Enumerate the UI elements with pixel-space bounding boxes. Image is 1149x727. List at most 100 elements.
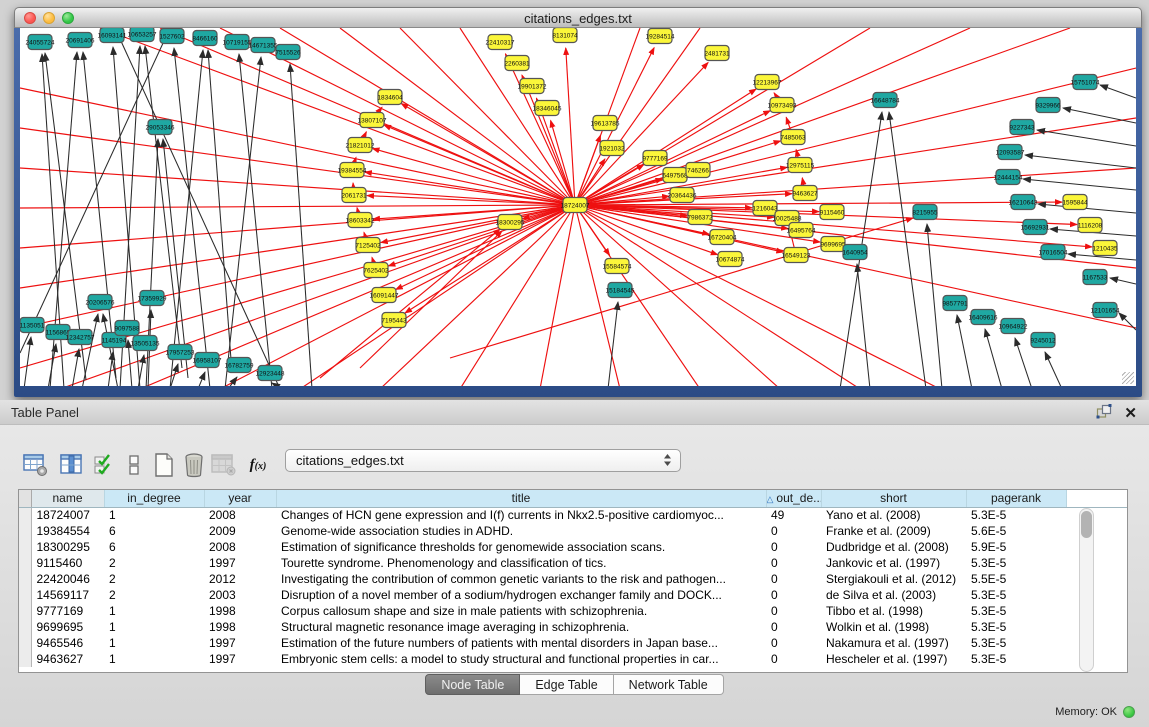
graph-edge[interactable] — [20, 205, 575, 208]
graph-edge[interactable] — [24, 337, 31, 386]
graph-edge[interactable] — [400, 28, 575, 205]
graph-node[interactable]: 16782759 — [225, 358, 254, 373]
selection-mode-button[interactable] — [88, 450, 120, 480]
graph-node[interactable]: 16720404 — [708, 230, 737, 245]
graph-edge[interactable] — [20, 88, 575, 205]
window-titlebar[interactable]: citations_edges.txt — [14, 7, 1142, 28]
create-table-button[interactable] — [148, 450, 180, 480]
graph-edge[interactable] — [575, 205, 700, 386]
table-row[interactable]: 911546021997Tourette syndrome. Phenomeno… — [19, 555, 1128, 571]
tab-network-table[interactable]: Network Table — [614, 674, 724, 695]
graph-node[interactable]: 7515526 — [275, 45, 301, 60]
table-row[interactable]: 1830029562008Estimation of significance … — [19, 539, 1128, 555]
graph-node[interactable]: 7625402 — [363, 263, 389, 278]
tab-node-table[interactable]: Node Table — [425, 674, 520, 695]
graph-edge[interactable] — [290, 64, 312, 386]
graph-node[interactable]: 18346045 — [533, 101, 562, 116]
graph-node[interactable]: 12093587 — [996, 145, 1025, 160]
graph-node[interactable]: 1167533 — [1083, 270, 1108, 285]
graph-edge[interactable] — [566, 48, 575, 205]
close-panel-icon[interactable]: ✕ — [1124, 406, 1137, 422]
graph-edge[interactable] — [927, 224, 942, 386]
graph-edge[interactable] — [1045, 352, 1062, 386]
graph-node[interactable]: 18300295 — [496, 215, 525, 230]
graph-node[interactable]: 16409616 — [969, 310, 998, 325]
graph-edge[interactable] — [1100, 85, 1136, 98]
graph-edge[interactable] — [575, 168, 1136, 205]
graph-node[interactable]: 1834604 — [377, 90, 403, 105]
table-settings-button[interactable] — [20, 450, 52, 480]
table-select-dropdown[interactable]: citations_edges.txt — [285, 449, 681, 472]
graph-node[interactable]: 18603342 — [346, 213, 375, 228]
graph-node[interactable]: 19284514 — [646, 29, 675, 44]
graph-node[interactable]: 10719155 — [223, 35, 252, 50]
function-builder-button[interactable]: f(x) — [242, 450, 274, 480]
graph-edge[interactable] — [505, 54, 575, 205]
graph-node[interactable]: 13807107 — [358, 113, 387, 128]
graph-node[interactable]: 14671355 — [249, 38, 278, 53]
graph-edge[interactable] — [208, 50, 232, 373]
graph-node[interactable]: 19384554 — [338, 163, 367, 178]
graph-edge[interactable] — [108, 352, 113, 386]
graph-node[interactable]: 1210435 — [1092, 241, 1118, 256]
table-row[interactable]: 946554611997Estimation of the future num… — [19, 635, 1128, 651]
graph-edge[interactable] — [280, 28, 575, 205]
graph-edge[interactable] — [320, 229, 500, 378]
graph-node[interactable]: 7986372 — [687, 210, 713, 225]
graph-node[interactable]: 2481731 — [704, 46, 730, 61]
graph-node[interactable]: 15184545 — [606, 283, 635, 298]
graph-node[interactable]: 8466160 — [192, 31, 218, 46]
graph-node[interactable]: 16091447 — [370, 288, 399, 303]
graph-node[interactable]: 19901372 — [518, 79, 547, 94]
graph-node[interactable]: 29053346 — [146, 120, 175, 135]
graph-node[interactable]: 12444154 — [994, 170, 1023, 185]
graph-node[interactable]: 17359929 — [138, 291, 167, 306]
graph-node[interactable]: 9777169 — [642, 151, 668, 166]
graph-node[interactable]: 9329966 — [1035, 98, 1061, 113]
graph-node[interactable]: 16210643 — [1009, 195, 1038, 210]
graph-edge[interactable] — [1063, 108, 1136, 123]
graph-node[interactable]: 7125402 — [355, 238, 381, 253]
graph-edge[interactable] — [957, 315, 972, 386]
graph-edge[interactable] — [20, 128, 575, 205]
graph-edge[interactable] — [174, 48, 210, 386]
graph-node[interactable]: 12101654 — [1091, 303, 1120, 318]
graph-node[interactable]: 10964922 — [999, 319, 1028, 334]
graph-node[interactable]: 2260381 — [504, 56, 530, 71]
graph-node[interactable]: 16495764 — [787, 223, 816, 238]
table-row[interactable]: 946362711997Embryonic stem cells: a mode… — [19, 651, 1128, 667]
graph-node[interactable]: 1116208 — [1078, 218, 1103, 233]
column-header-pagerank[interactable]: pagerank — [966, 490, 1066, 507]
network-canvas[interactable]: 1872400722410317226038119901372183460451… — [20, 28, 1136, 386]
graph-node[interactable]: 9115460 — [820, 205, 845, 220]
graph-node[interactable]: 9857791 — [942, 296, 968, 311]
graph-edge[interactable] — [1110, 278, 1136, 284]
graph-node[interactable]: 15692931 — [1021, 220, 1050, 235]
graph-edge[interactable] — [72, 349, 79, 386]
table-row[interactable]: 1938455462009Genome-wide association stu… — [19, 523, 1128, 539]
graph-node[interactable]: 17957253 — [166, 345, 195, 360]
graph-edge[interactable] — [198, 372, 205, 386]
graph-edge[interactable] — [1025, 155, 1136, 168]
graph-node[interactable]: 7485063 — [780, 130, 806, 145]
graph-node[interactable]: 15584574 — [603, 259, 632, 274]
table-vertical-scrollbar[interactable] — [1079, 508, 1094, 672]
float-panel-icon[interactable] — [1096, 404, 1112, 424]
graph-node[interactable]: 9245012 — [1030, 333, 1056, 348]
graph-edge[interactable] — [48, 344, 56, 386]
graph-edge[interactable] — [220, 28, 575, 205]
graph-edge[interactable] — [163, 139, 188, 378]
graph-node[interactable]: 16093141 — [98, 28, 127, 43]
graph-node[interactable]: 12975115 — [786, 158, 815, 173]
graph-node[interactable]: 2061731 — [341, 188, 367, 203]
graph-node[interactable]: 17016504 — [1039, 245, 1068, 260]
graph-node[interactable]: 746266 — [686, 163, 710, 178]
table-row[interactable]: 2242004622012Investigating the contribut… — [19, 571, 1128, 587]
scrollbar-thumb[interactable] — [1081, 511, 1092, 538]
window-resize-grip-icon[interactable] — [1122, 372, 1134, 384]
graph-node[interactable]: 18724007 — [561, 198, 590, 213]
graph-edge[interactable] — [1037, 130, 1136, 146]
graph-node[interactable]: 10973493 — [768, 98, 797, 113]
column-header-short[interactable]: short — [821, 490, 966, 507]
table-row[interactable]: 1456911722003Disruption of a novel membe… — [19, 587, 1128, 603]
